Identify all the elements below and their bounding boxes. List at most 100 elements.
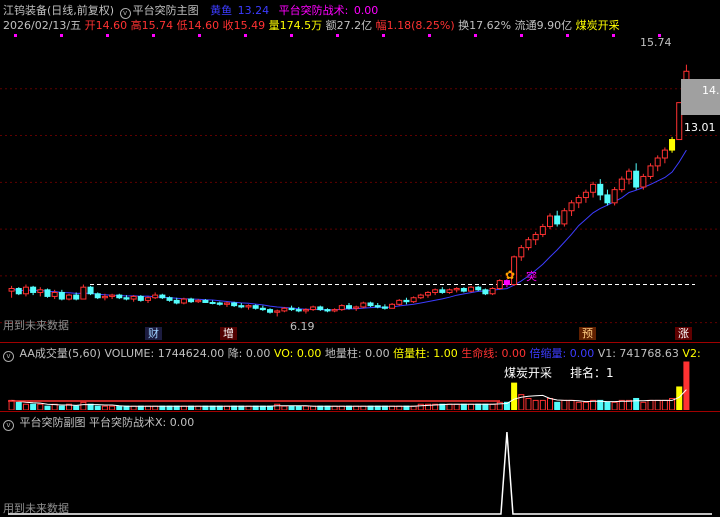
candle-body — [417, 294, 424, 299]
volume-bar — [30, 403, 37, 410]
volume-bar — [15, 401, 22, 410]
volume-bar — [216, 405, 223, 410]
candlestick-chart[interactable] — [0, 12, 720, 336]
volume-bar — [80, 401, 87, 410]
signal-chart[interactable] — [0, 426, 720, 516]
volume-bar — [302, 405, 309, 410]
candle-body — [654, 157, 661, 167]
volume-chart[interactable] — [0, 360, 720, 410]
candle-body — [274, 310, 281, 313]
volume-bar — [238, 405, 245, 410]
candle-body — [582, 191, 589, 199]
top-marker-dot — [244, 34, 247, 37]
candle-body — [123, 297, 130, 300]
event-tag-cai[interactable]: 财 — [145, 327, 162, 340]
volume-bar — [116, 405, 123, 410]
volume-bar — [360, 405, 367, 410]
volume-bar — [22, 403, 29, 410]
candle-body — [539, 226, 546, 235]
event-tag-zeng[interactable]: 增 — [220, 327, 237, 340]
candle-body — [216, 302, 223, 305]
candle-body — [73, 294, 80, 300]
candle-body — [396, 299, 403, 305]
volume-bar — [661, 399, 668, 410]
candle-body — [94, 293, 101, 299]
volume-bar — [374, 405, 381, 410]
v2-value: V2: — [682, 347, 701, 360]
candle-body — [302, 309, 309, 312]
candle-body — [51, 291, 58, 297]
candle-body — [446, 289, 453, 293]
candle-body — [109, 294, 116, 297]
candle-body — [618, 178, 625, 191]
event-tag-zhang[interactable]: 涨 — [675, 327, 692, 340]
candle-body — [209, 301, 216, 304]
price-tag-value: 14.31 — [702, 84, 720, 97]
candle-body — [295, 309, 302, 312]
volume-bar — [288, 405, 295, 410]
volume-bar — [130, 405, 137, 410]
volume-bar — [94, 405, 101, 410]
candle-body — [482, 289, 489, 295]
volume-bar — [381, 405, 388, 410]
volume-bar — [367, 405, 374, 410]
candle-body — [590, 183, 597, 193]
candle-body — [310, 306, 317, 311]
candle-body — [633, 170, 640, 188]
volume-bar — [173, 405, 180, 410]
volume-bar — [539, 399, 546, 410]
candle-body — [58, 291, 65, 300]
volume-bar — [511, 382, 518, 410]
top-marker-dot — [198, 34, 201, 37]
candle-body — [525, 239, 532, 249]
volume-bar — [654, 399, 661, 410]
di-value: 地量柱: 0.00 — [324, 347, 390, 360]
volume-bar — [137, 405, 144, 410]
candle-body — [245, 305, 252, 308]
candle-body — [252, 305, 259, 309]
candle-body — [152, 294, 159, 299]
top-marker-dot — [566, 34, 569, 37]
candle-body — [475, 286, 482, 291]
volume-bar — [159, 405, 166, 410]
volume-bar — [482, 403, 489, 410]
volume-bar — [460, 403, 467, 410]
candle-body — [173, 299, 180, 304]
candle-body — [317, 306, 324, 311]
signal-line — [8, 431, 712, 515]
volume-bar — [101, 405, 108, 410]
volume-bar — [489, 403, 496, 410]
candle-body — [381, 306, 388, 309]
candle-body — [66, 294, 73, 300]
volume-bar — [389, 405, 396, 410]
volume-bar — [267, 405, 274, 410]
candle-body — [223, 302, 230, 305]
volume-bar — [554, 401, 561, 410]
candle-body — [367, 302, 374, 307]
volume-bar — [331, 405, 338, 410]
candle-body — [489, 288, 496, 295]
no-future-note: 用到未来数据 — [3, 319, 69, 332]
candle-body — [661, 149, 668, 159]
sm-value: 生命线: 0.00 — [461, 347, 526, 360]
candle-body — [267, 309, 274, 313]
volume-bar — [403, 405, 410, 410]
candle-body — [188, 298, 195, 303]
volume-bar — [611, 401, 618, 410]
candle-body — [288, 307, 295, 311]
candle-body — [604, 194, 611, 204]
volume-bar — [231, 405, 238, 410]
candle-body — [137, 295, 144, 301]
top-marker-dot — [612, 34, 615, 37]
volume-bar — [274, 403, 281, 410]
candle-body — [554, 215, 561, 225]
bei-value: 倍量柱: 1.00 — [393, 347, 458, 360]
candle-body — [338, 305, 345, 311]
volume-bar — [44, 405, 51, 410]
volume-title[interactable]: AA成交量(5,60) — [20, 347, 101, 360]
event-tag-yu[interactable]: 预 — [579, 327, 596, 340]
volume-bar — [144, 405, 152, 410]
volume-bar — [640, 401, 647, 410]
candle-body — [101, 295, 108, 299]
volume-bar — [475, 403, 482, 410]
